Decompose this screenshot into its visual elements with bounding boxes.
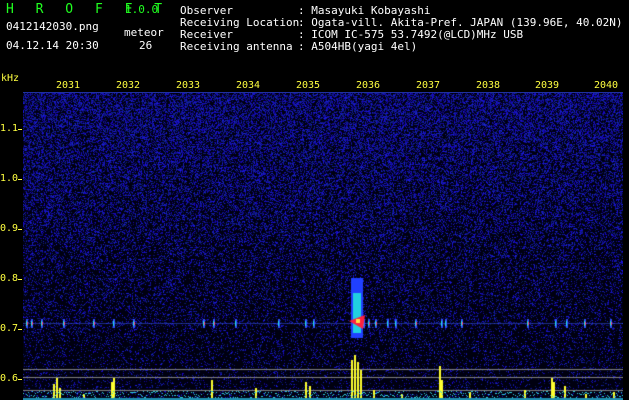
hroft-window: H R O F F T 1.0.0 0412142030.png meteor …	[0, 0, 629, 400]
x-label: 2031	[55, 80, 81, 91]
y-label: 1.0	[0, 173, 19, 184]
meteor-count: 26	[139, 39, 153, 52]
y-tick	[18, 379, 22, 380]
meteor-label: meteor	[124, 26, 164, 39]
info-antenna-label: Receiving antenna	[180, 40, 293, 53]
y-label: 0.6	[0, 373, 19, 384]
y-label: 0.9	[0, 223, 19, 234]
app-version: 1.0.0	[125, 3, 159, 16]
x-label: 2034	[235, 80, 261, 91]
y-tick	[18, 129, 22, 130]
y-tick	[18, 329, 22, 330]
y-tick	[18, 229, 22, 230]
file-name: 0412142030.png	[6, 20, 99, 33]
y-tick	[18, 179, 22, 180]
x-label: 2035	[295, 80, 321, 91]
datetime-label: 04.12.14 20:30	[6, 39, 99, 52]
x-label: 2040	[593, 80, 619, 91]
x-label: 2036	[355, 80, 381, 91]
spectrogram-canvas[interactable]	[23, 93, 623, 400]
y-tick	[18, 279, 22, 280]
y-label: 0.7	[0, 323, 19, 334]
x-label: 2038	[475, 80, 501, 91]
x-label: 2032	[115, 80, 141, 91]
x-label: 2033	[175, 80, 201, 91]
x-label: 2037	[415, 80, 441, 91]
info-antenna-value: : A504HB(yagi 4el)	[298, 40, 418, 53]
y-axis: 1.1 1.0 0.9 0.8 0.7 0.6	[0, 70, 22, 400]
x-label: 2039	[534, 80, 560, 91]
y-label: 1.1	[0, 123, 19, 134]
y-label: 0.8	[0, 273, 19, 284]
